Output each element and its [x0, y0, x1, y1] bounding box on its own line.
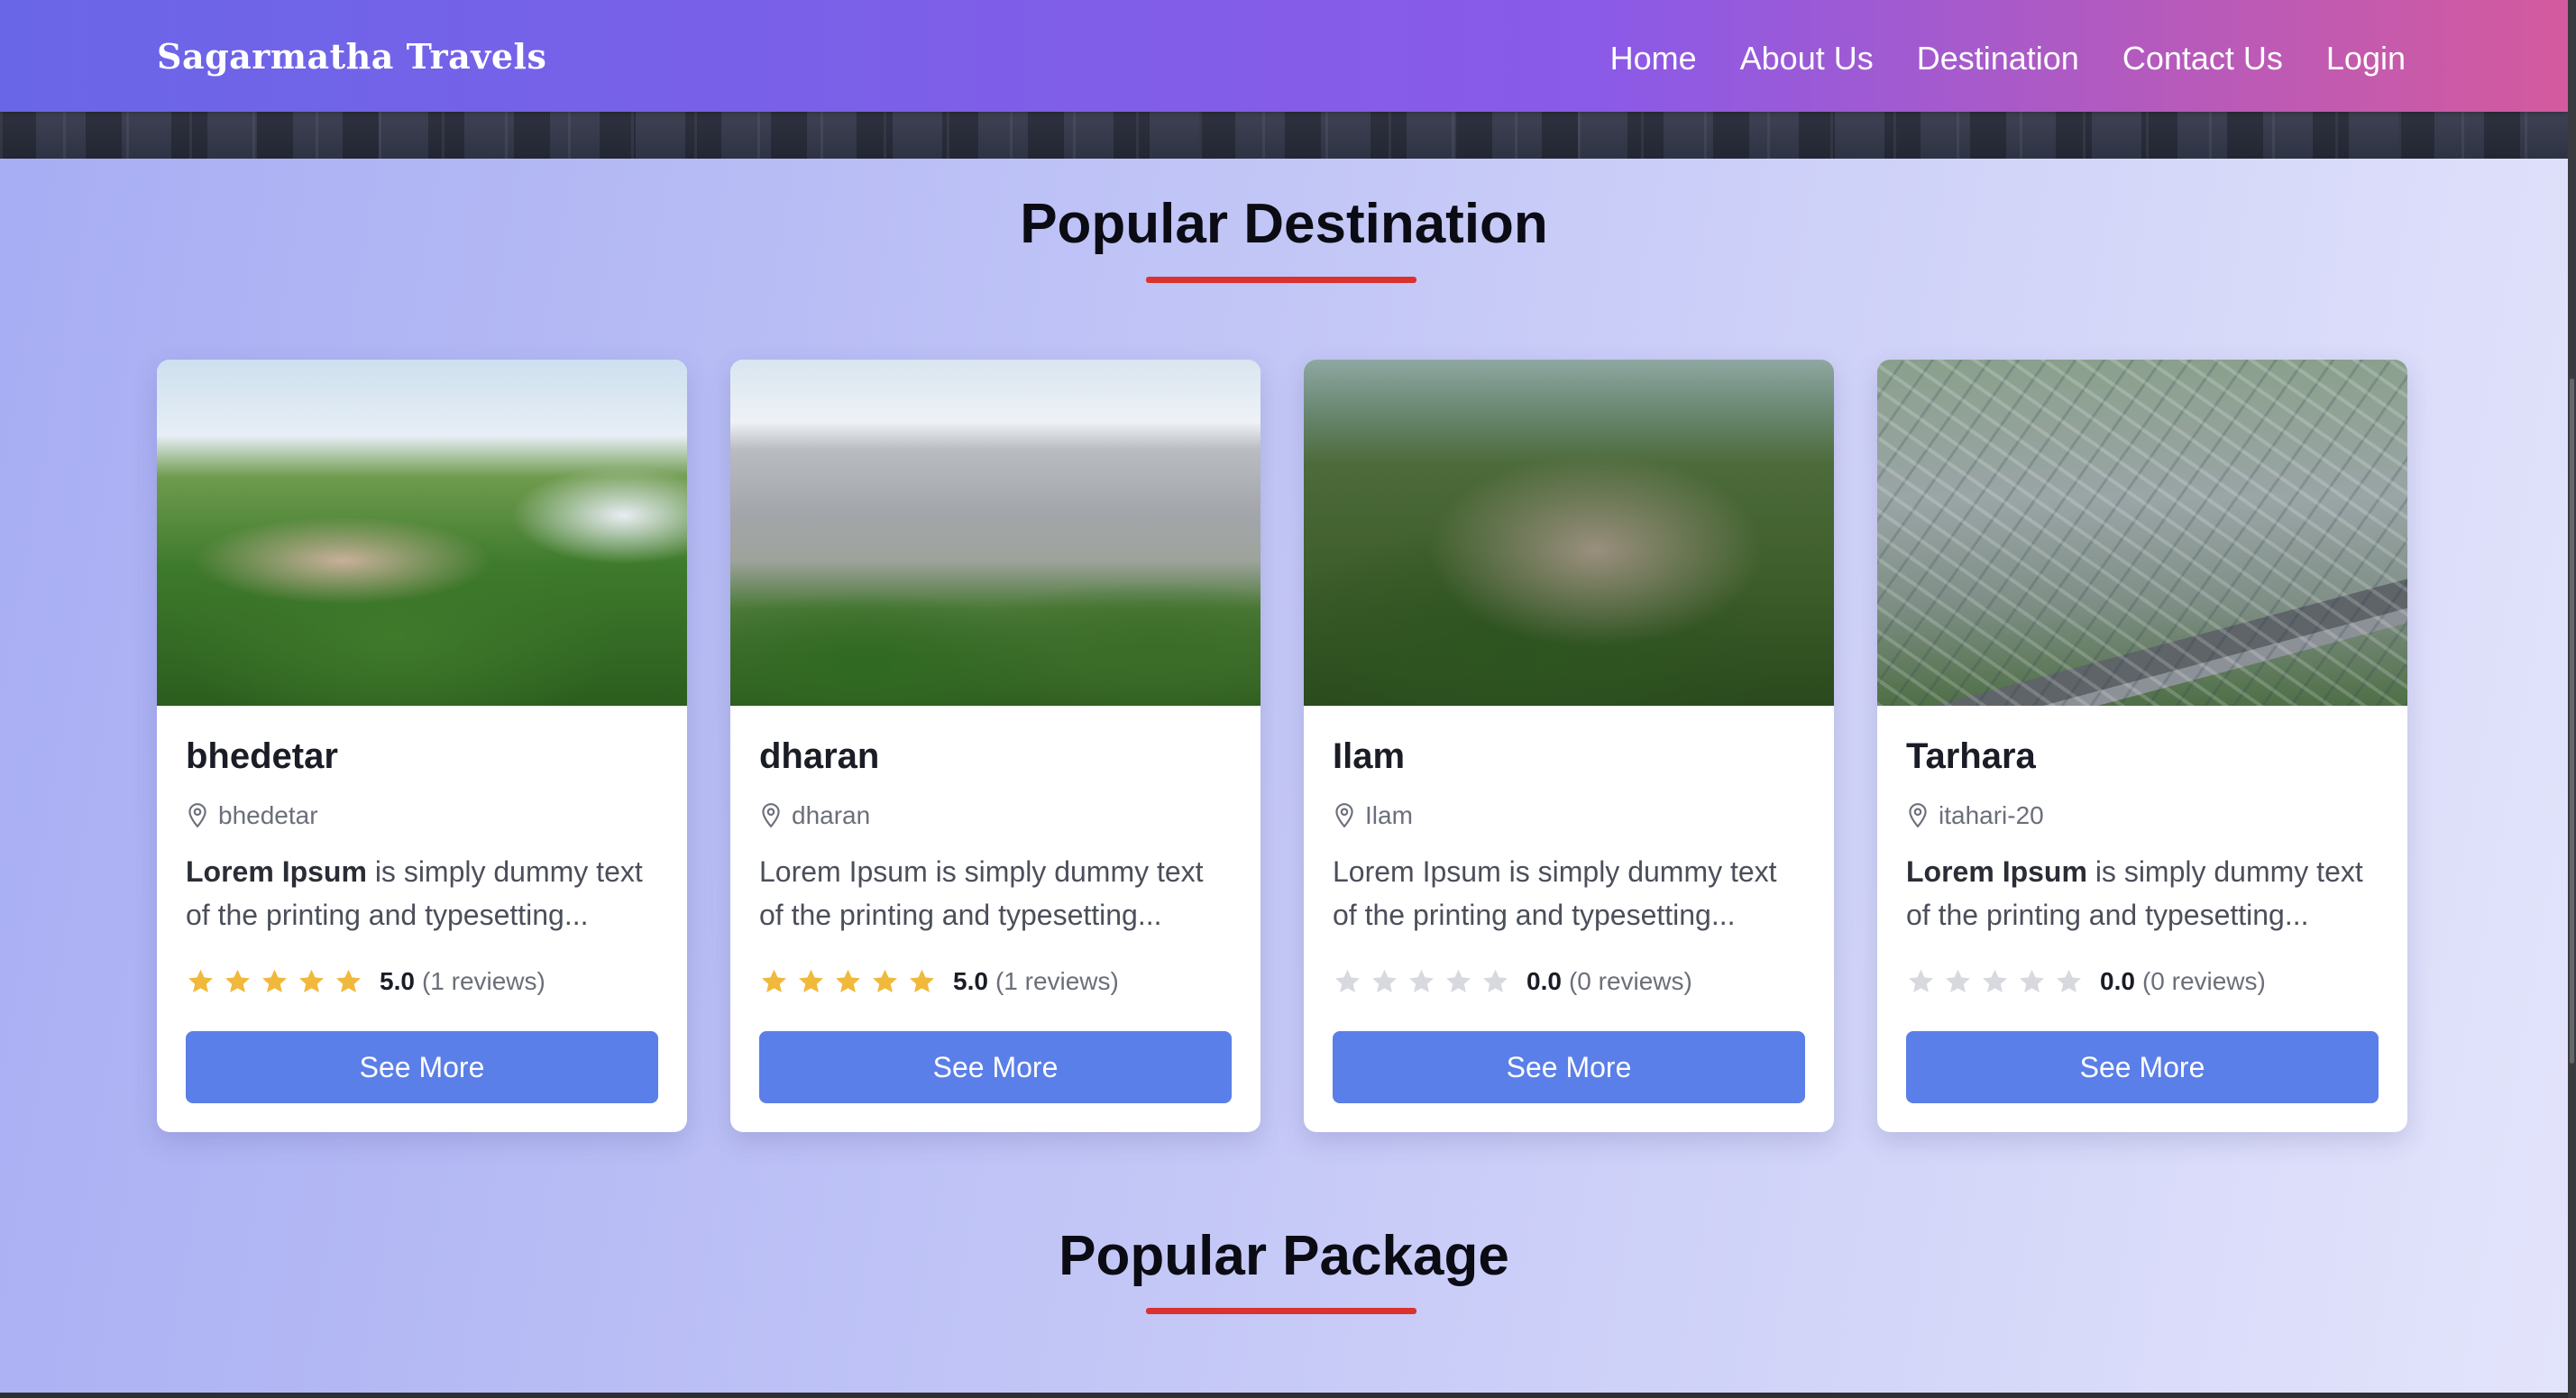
rating: 0.0 (0 reviews)	[1906, 964, 2379, 1000]
destination-image	[1304, 360, 1834, 706]
star-rating	[1333, 967, 1510, 997]
scrollbar-thumb[interactable]	[2570, 379, 2574, 1064]
star-icon	[2057, 969, 2081, 992]
star-icon	[762, 969, 786, 992]
location-pin-icon	[188, 803, 206, 828]
navbar: Sagarmatha Travels Home About Us Destina…	[0, 0, 2568, 112]
star-icon	[910, 969, 934, 992]
rating: 5.0 (1 reviews)	[759, 964, 1232, 1000]
nav-home[interactable]: Home	[1610, 40, 1697, 78]
rating-count: (1 reviews)	[995, 967, 1119, 995]
rating-count: (0 reviews)	[1568, 967, 1692, 995]
nav-links: Home About Us Destination Contact Us Log…	[1610, 40, 2406, 78]
star-icon	[1983, 969, 2007, 992]
rating-value: 0.0	[2100, 967, 2135, 995]
popular-package-title: Popular Package	[1059, 1225, 1509, 1287]
location-pin-icon	[1335, 803, 1353, 828]
nav-destination[interactable]: Destination	[1917, 40, 2079, 78]
see-more-button[interactable]: See More	[1333, 1031, 1805, 1103]
card-description: Lorem Ipsum is simply dummy text of the …	[186, 850, 658, 937]
destination-image	[730, 360, 1260, 706]
star-icon	[1409, 969, 1434, 992]
destination-cards: bhedetar bhedetar Lorem Ipsum is simply …	[157, 360, 2407, 1132]
star-icon	[1446, 969, 1471, 992]
destination-card[interactable]: bhedetar bhedetar Lorem Ipsum is simply …	[157, 360, 687, 1132]
location-pin-icon	[762, 803, 780, 828]
card-description: Lorem Ipsum is simply dummy text of the …	[1333, 850, 1805, 937]
star-icon	[336, 969, 361, 992]
see-more-button[interactable]: See More	[759, 1031, 1232, 1103]
brand-logo[interactable]: Sagarmatha Travels	[157, 36, 546, 77]
star-icon	[225, 969, 250, 992]
star-icon	[2020, 969, 2044, 992]
card-description: Lorem Ipsum is simply dummy text of the …	[759, 850, 1232, 937]
title-underline	[1146, 277, 1416, 283]
desc-text: Lorem Ipsum is simply dummy text of the …	[759, 855, 1204, 931]
card-location: bhedetar	[186, 801, 658, 830]
destination-image	[157, 360, 687, 706]
bottom-strip	[0, 1393, 2568, 1398]
nav-login[interactable]: Login	[2326, 40, 2406, 78]
star-icon	[299, 969, 324, 992]
location-text: itahari-20	[1939, 801, 2044, 829]
rating-value: 0.0	[1526, 967, 1562, 995]
rating-count: (1 reviews)	[421, 967, 545, 995]
star-icon	[799, 969, 823, 992]
star-icon	[1483, 969, 1508, 992]
title-underline	[1146, 1308, 1416, 1314]
star-rating	[186, 967, 363, 997]
star-icon	[873, 969, 897, 992]
star-icon	[836, 969, 860, 992]
see-more-button[interactable]: See More	[186, 1031, 658, 1103]
destination-image	[1877, 360, 2407, 706]
star-icon	[1946, 969, 1970, 992]
location-pin-icon	[1909, 803, 1927, 828]
card-location: Ilam	[1333, 801, 1805, 830]
location-text: dharan	[792, 801, 871, 829]
rating-value: 5.0	[380, 967, 415, 995]
location-text: Ilam	[1365, 801, 1413, 829]
star-icon	[262, 969, 287, 992]
destination-card[interactable]: dharan dharan Lorem Ipsum is simply dumm…	[730, 360, 1260, 1132]
card-title: dharan	[759, 736, 880, 776]
star-icon	[1909, 969, 1933, 992]
rating-count: (0 reviews)	[2141, 967, 2266, 995]
card-description: Lorem Ipsum is simply dummy text of the …	[1906, 850, 2379, 937]
rating-value: 5.0	[953, 967, 988, 995]
card-location: dharan	[759, 801, 1232, 830]
card-title: bhedetar	[186, 736, 338, 776]
destination-card[interactable]: Ilam Ilam Lorem Ipsum is simply dummy te…	[1304, 360, 1834, 1132]
desc-bold: Lorem Ipsum	[1906, 855, 2087, 888]
desc-bold: Lorem Ipsum	[186, 855, 367, 888]
location-text: bhedetar	[218, 801, 318, 829]
destination-card[interactable]: Tarhara itahari-20 Lorem Ipsum is simply…	[1877, 360, 2407, 1132]
star-rating	[1906, 967, 2084, 997]
nav-contact-us[interactable]: Contact Us	[2122, 40, 2283, 78]
desc-text: Lorem Ipsum is simply dummy text of the …	[1333, 855, 1777, 931]
page-viewport: Sagarmatha Travels Home About Us Destina…	[0, 0, 2568, 1393]
card-title: Ilam	[1333, 736, 1406, 776]
star-icon	[1372, 969, 1397, 992]
nav-about-us[interactable]: About Us	[1740, 40, 1874, 78]
popular-destination-title: Popular Destination	[1020, 193, 1548, 255]
rating: 0.0 (0 reviews)	[1333, 964, 1805, 1000]
rating: 5.0 (1 reviews)	[186, 964, 658, 1000]
card-title: Tarhara	[1906, 736, 2036, 776]
card-location: itahari-20	[1906, 801, 2379, 830]
see-more-button[interactable]: See More	[1906, 1031, 2379, 1103]
star-rating	[759, 967, 937, 997]
star-icon	[188, 969, 213, 992]
star-icon	[1335, 969, 1360, 992]
